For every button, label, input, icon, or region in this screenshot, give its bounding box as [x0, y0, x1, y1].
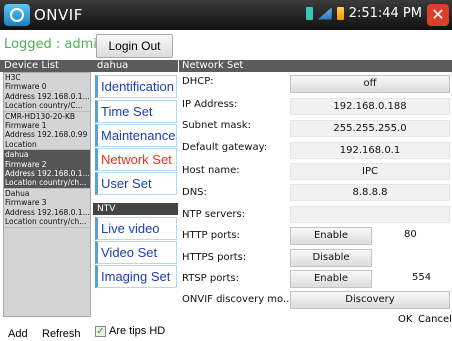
cancel-button[interactable]: Cancel [418, 314, 452, 325]
host-name-label: Host name: [182, 165, 240, 176]
add-button[interactable]: Add [8, 328, 28, 340]
network-set-header: Network Set [179, 60, 452, 72]
device-item-line: Firmware 1 [5, 121, 47, 131]
device-item-line: Address 192.168.0.99 [5, 130, 88, 140]
ntp-servers-label: NTP servers: [182, 209, 246, 220]
device-item-line: Address 192.168.0.1... [5, 91, 90, 101]
status-area: 2:51:44 PM [305, 6, 422, 21]
subnet-mask-field[interactable]: 255.255.255.0 [290, 120, 450, 137]
menu-item-maintenance[interactable]: Maintenance [95, 124, 177, 147]
device-list-item[interactable]: dahua Firmware 2 Address 192.168.0.1... Loc… [4, 150, 90, 189]
menu-item-identification[interactable]: Identification [95, 75, 177, 98]
onvif-discovery-button[interactable]: Discovery [290, 291, 450, 309]
device-list-item[interactable]: H3C Firmware 0 Address 192.168.0.1... Locat… [4, 73, 90, 112]
rtsp-enable-button[interactable]: Enable [290, 270, 372, 288]
http-enable-button[interactable]: Enable [290, 227, 372, 245]
onvif-app-icon [4, 4, 30, 26]
sd-card-icon [305, 7, 313, 20]
https-disable-button[interactable]: Disable [290, 249, 372, 267]
dhcp-toggle[interactable]: off [290, 75, 450, 93]
title-bar: ONVIF 2:51:44 PM ✕ [0, 0, 452, 30]
logout-button[interactable]: Login Out [96, 34, 173, 58]
device-list-item[interactable]: Dahua Firmware 3 Address 192.168.0.1... Loc… [4, 189, 90, 228]
menu-item-video-set[interactable]: Video Set [95, 241, 177, 264]
device-item-line: Location country/C... [5, 101, 83, 111]
checkbox-checked-icon[interactable]: ✓ [95, 325, 106, 337]
menu-header: dahua [93, 60, 178, 72]
dns-label: DNS: [182, 187, 207, 198]
app-title: ONVIF [34, 6, 83, 24]
ok-button[interactable]: OK [398, 314, 412, 325]
dns-field[interactable]: 8.8.8.8 [290, 184, 450, 201]
rtsp-port-value[interactable]: 554 [412, 272, 431, 283]
ntv-header: NTV [93, 203, 178, 215]
menu-item-user-set[interactable]: User Set [95, 172, 177, 195]
https-ports-label: HTTPS ports: [182, 252, 247, 263]
ntp-servers-field[interactable] [290, 206, 450, 223]
host-name-field[interactable]: IPC [290, 163, 450, 180]
rtsp-ports-label: RTSP ports: [182, 273, 239, 284]
login-status: Logged : admin [4, 37, 106, 52]
device-list-panel: Device List H3C Firmware 0 Address 192.168… [0, 60, 93, 341]
clock: 2:51:44 PM [348, 6, 422, 21]
tips-checkbox[interactable]: ✓ Are tips HD [95, 325, 165, 337]
device-item-line: Location country/ch... [5, 178, 87, 188]
subnet-mask-label: Subnet mask: [182, 120, 251, 131]
menu-item-imaging-set[interactable]: Imaging Set [95, 265, 177, 288]
device-item-line: Firmware 0 [5, 82, 47, 92]
battery-icon [336, 7, 344, 20]
device-item-line: Address 192.168.0.1... [5, 207, 90, 217]
device-list: H3C Firmware 0 Address 192.168.0.1... Locat… [3, 72, 91, 317]
onvif-discovery-label: ONVIF discovery mo... [182, 294, 293, 305]
http-ports-label: HTTP ports: [182, 230, 240, 241]
device-item-line: H3C [5, 73, 21, 82]
default-gateway-field[interactable]: 192.168.0.1 [290, 142, 450, 159]
device-item-line: Firmware 2 [5, 159, 47, 169]
network-icon [317, 7, 332, 20]
device-item-line: dahua [5, 150, 29, 160]
device-item-line: Firmware 3 [5, 198, 47, 208]
http-port-value[interactable]: 80 [404, 229, 417, 240]
device-list-header: Device List [0, 60, 93, 72]
device-item-line: Location [5, 139, 37, 149]
device-item-line: CMR-HD130-20-KB [5, 111, 76, 121]
menu-item-time-set[interactable]: Time Set [95, 100, 177, 123]
tips-label: Are tips HD [109, 325, 166, 337]
device-list-item[interactable]: CMR-HD130-20-KB Firmware 1 Address 192.168… [4, 112, 90, 151]
menu-item-network-set[interactable]: Network Set [95, 148, 177, 171]
ip-address-label: IP Address: [182, 99, 238, 110]
device-item-line: Location country/ch... [5, 217, 87, 227]
menu-panel: dahua Identification Time Set Maintenanc… [93, 60, 178, 341]
close-icon[interactable]: ✕ [427, 4, 449, 26]
device-item-line: Dahua [5, 188, 30, 198]
dhcp-label: DHCP: [182, 76, 214, 87]
menu-item-live-video[interactable]: Live video [95, 217, 177, 240]
login-row: Logged : admin Login Out [0, 30, 452, 60]
refresh-button[interactable]: Refresh [42, 328, 81, 340]
ip-address-field[interactable]: 192.168.0.188 [290, 98, 450, 115]
device-item-line: Address 192.168.0.1... [5, 169, 90, 179]
network-set-panel: Network Set DHCP: off IP Address: 192.16… [179, 60, 452, 341]
default-gateway-label: Default gateway: [182, 142, 268, 153]
